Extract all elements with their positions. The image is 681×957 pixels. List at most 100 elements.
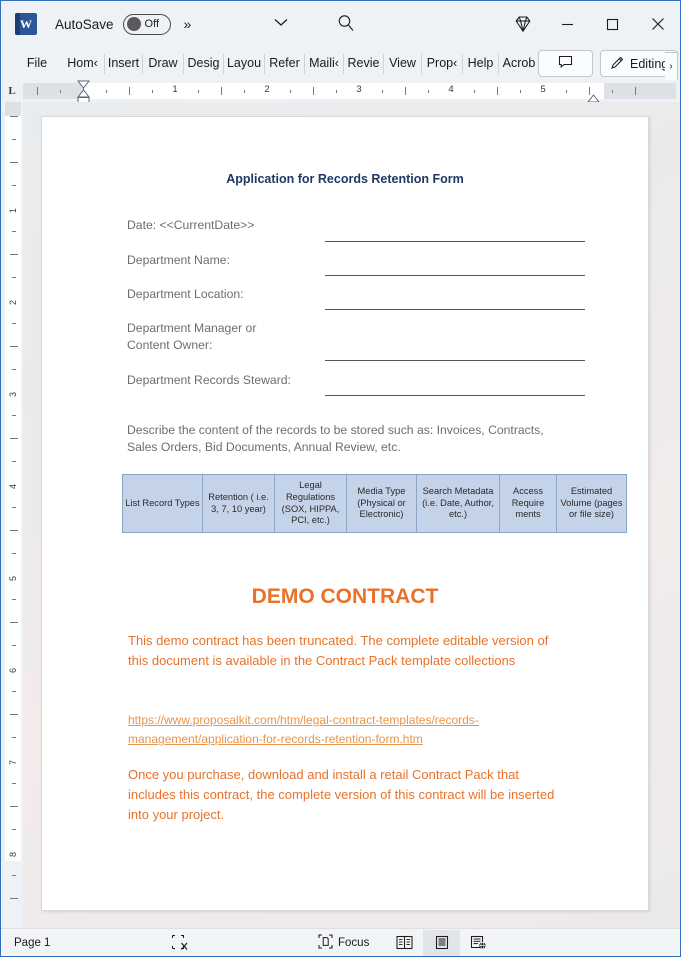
form-field-row: Department Records Steward: (127, 372, 587, 406)
focus-mode-button[interactable]: Focus (318, 933, 369, 952)
demo-contract-link[interactable]: https://www.proposalkit.com/htm/legal-co… (128, 711, 568, 749)
ruler-number: 5 (540, 84, 546, 95)
demo-contract-heading: DEMO CONTRACT (251, 585, 439, 608)
vertical-ruler-number: 7 (8, 759, 18, 765)
copilot-diamond-icon[interactable] (501, 1, 545, 47)
form-field-label: Department Records Steward: (127, 373, 291, 387)
autosave-label: AutoSave (55, 16, 114, 32)
vertical-ruler-tick (12, 737, 16, 738)
table-header-cell[interactable]: Retention ( i.e. 3, 7, 10 year) (202, 474, 275, 533)
ribbon-tab-draw[interactable]: Draw (143, 53, 184, 74)
horizontal-ruler[interactable]: L 1 2 3 4 5 (1, 80, 680, 105)
vertical-ruler-number: 6 (8, 667, 18, 673)
vertical-ruler-tick (12, 875, 16, 876)
maximize-icon[interactable] (590, 1, 635, 47)
autosave-toggle[interactable]: Off (122, 13, 171, 35)
ribbon-tab-maili[interactable]: Maili‹ (305, 53, 344, 74)
comments-button[interactable] (538, 50, 593, 77)
status-bar: Page 1 Focus (1, 928, 680, 956)
table-header-cell[interactable]: Estimated Volume (pages or file size) (556, 474, 627, 533)
vertical-ruler-tick (12, 461, 16, 462)
ruler-tick (520, 89, 521, 93)
table-row: List Record Types Retention ( i.e. 3, 7, … (122, 474, 627, 533)
ribbon-tab-help[interactable]: Help (463, 53, 499, 74)
ruler-tick (497, 87, 498, 95)
vertical-ruler-tick (10, 622, 18, 623)
ribbon-tab-desig[interactable]: Desig (184, 53, 224, 74)
tab-stop-selector[interactable]: L (1, 85, 23, 97)
table-header-cell[interactable]: Access Require ments (499, 474, 557, 533)
ribbon-tab-prop[interactable]: Prop‹ (422, 53, 463, 74)
form-field-row: Department Manager or Content Owner: (127, 320, 587, 354)
minimize-icon[interactable] (545, 1, 590, 47)
demo-paragraph-2: Once you purchase, download and install … (128, 767, 555, 822)
comment-icon (558, 55, 573, 72)
proofing-errors-icon[interactable] (170, 934, 189, 951)
ruler-tick (37, 87, 38, 95)
ruler-number: 1 (172, 84, 178, 95)
ruler-track[interactable]: 1 2 3 4 5 (23, 80, 676, 105)
ruler-tick (244, 89, 245, 93)
vertical-ruler-tick (12, 139, 16, 140)
document-canvas[interactable]: Application for Records Retention Form D… (23, 102, 680, 928)
ribbon-tab-insert[interactable]: Insert (105, 53, 143, 74)
ruler-tick (405, 87, 406, 95)
table-header-cell[interactable]: Media Type (Physical or Electronic) (346, 474, 417, 533)
vertical-ruler-tick (12, 277, 16, 278)
first-line-indent-marker[interactable] (76, 76, 91, 89)
right-indent-marker[interactable] (586, 90, 601, 103)
ribbon-tab-refer[interactable]: Refer (265, 53, 305, 74)
ruler-margin-right (604, 83, 676, 99)
ribbon-tab-file[interactable]: File (13, 54, 61, 74)
ribbon-tab-layou[interactable]: Layou (224, 53, 265, 74)
form-field-row: Date: <<CurrentDate>> (127, 217, 587, 251)
vertical-ruler-tick (12, 553, 16, 554)
search-icon[interactable] (336, 13, 356, 38)
page-number-label[interactable]: Page 1 (14, 937, 50, 949)
ribbon-tab-acrob[interactable]: Acrob (499, 54, 539, 74)
form-field-label: Date: <<CurrentDate>> (127, 218, 255, 232)
quick-access-overflow-button[interactable]: » (184, 16, 192, 32)
form-field-input-line[interactable] (325, 275, 585, 276)
ruler-tick (428, 89, 429, 93)
read-mode-icon[interactable] (386, 930, 423, 956)
table-header-cell[interactable]: Search Metadata (i.e. Date, Author, etc.… (416, 474, 500, 533)
autosave-toggle-knob (126, 17, 141, 31)
vertical-ruler-tick (12, 783, 16, 784)
form-field-input-line[interactable] (325, 309, 585, 310)
records-table[interactable]: List Record Types Retention ( i.e. 3, 7, … (122, 474, 627, 533)
web-layout-icon[interactable] (460, 930, 497, 956)
focus-icon (318, 933, 333, 952)
document-page[interactable]: Application for Records Retention Form D… (41, 116, 649, 911)
form-field-label: Department Name: (127, 253, 230, 267)
table-header-cell[interactable]: Legal Regulations (SOX, HIPPA, PCI, etc.… (274, 474, 347, 533)
ruler-tick (612, 89, 613, 93)
vertical-ruler-tick (12, 415, 16, 416)
print-layout-icon[interactable] (423, 929, 460, 956)
ruler-number: 2 (264, 84, 270, 95)
vertical-ruler-top-margin (5, 102, 21, 116)
ribbon-tab-hom[interactable]: Hom‹ (61, 53, 105, 74)
vertical-ruler-tick (10, 254, 18, 255)
ribbon-tab-view[interactable]: View (384, 53, 422, 74)
vertical-ruler[interactable]: 1 2 3 4 5 6 7 8 (1, 102, 23, 928)
vertical-ruler-tick (12, 599, 16, 600)
form-field-row: Department Name: (127, 252, 587, 286)
form-field-input-line[interactable] (325, 241, 585, 242)
ribbon-tab-revie[interactable]: Revie (344, 53, 384, 74)
vertical-ruler-tick (10, 714, 18, 715)
chevron-down-icon[interactable] (274, 15, 288, 30)
vertical-ruler-tick (12, 369, 16, 370)
table-header-cell[interactable]: List Record Types (122, 474, 203, 533)
close-icon[interactable] (635, 1, 680, 47)
form-field-label: Department Location: (127, 287, 244, 301)
word-window: W AutoSave Off » File Hom‹ Insert Draw D… (0, 0, 681, 957)
ruler-tick (198, 89, 199, 93)
form-field-input-line[interactable] (325, 395, 585, 396)
form-field-input-line[interactable] (325, 360, 585, 361)
vertical-ruler-tick (12, 231, 16, 232)
autosave-state-label: Off (144, 18, 160, 30)
word-app-icon: W (15, 13, 37, 35)
ribbon-overflow-chevron[interactable]: › (665, 52, 678, 81)
ribbon-right-controls: Editing › (538, 50, 678, 81)
